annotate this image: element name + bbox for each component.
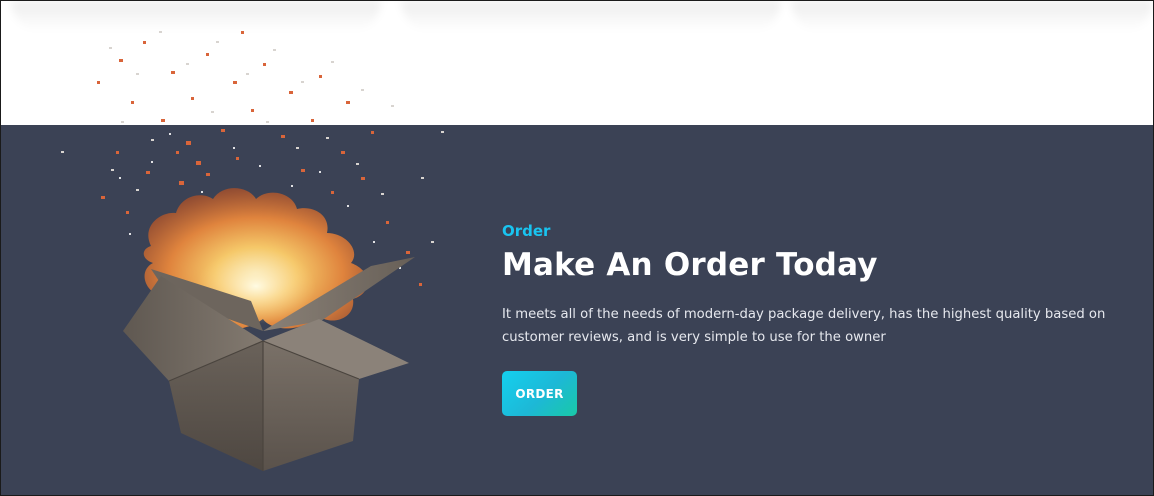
section-eyebrow: Order [502,222,551,240]
section-title: Make An Order Today [502,247,878,283]
page-frame: Order Make An Order Today It meets all o… [0,0,1154,496]
top-shadow-right [791,1,1153,31]
section-description: It meets all of the needs of modern-day … [502,307,1106,345]
exploding-box-icon [61,31,444,471]
order-button[interactable]: ORDER [502,371,577,416]
order-content: Order Make An Order Today It meets all o… [502,221,1142,416]
